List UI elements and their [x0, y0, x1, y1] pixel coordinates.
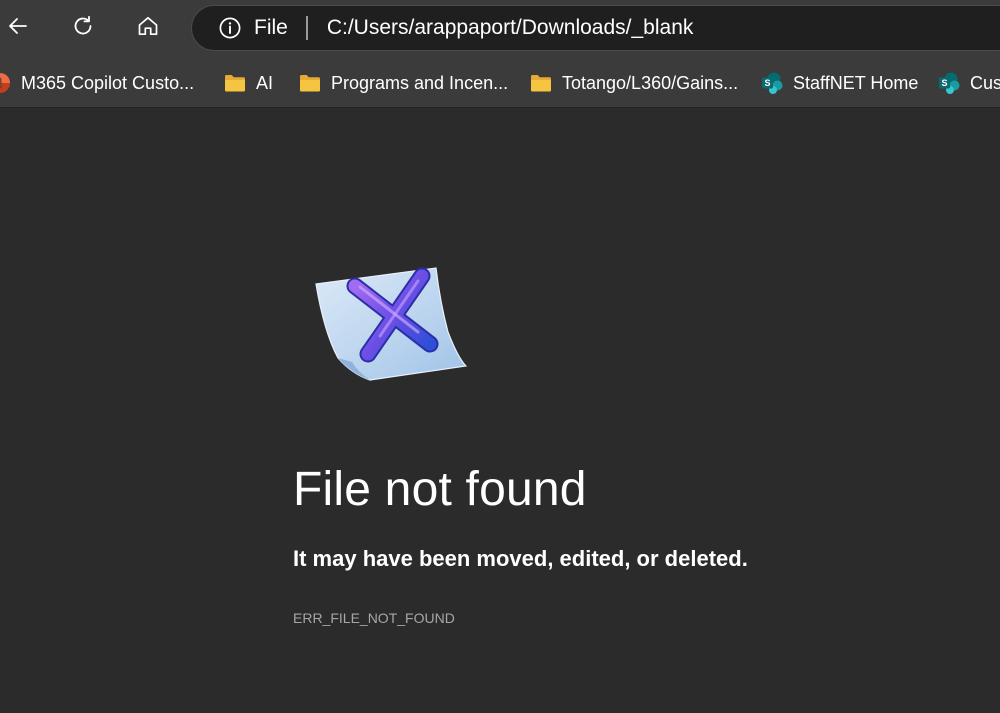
bookmarks-bar: M365 Copilot Custo... AI Programs and In…: [0, 58, 1000, 108]
bookmark-cus[interactable]: S Cus: [937, 69, 1000, 97]
sharepoint-icon: S: [937, 71, 961, 95]
bookmark-label: AI: [256, 72, 274, 93]
bookmark-label: Programs and Incen...: [331, 72, 509, 93]
address-bar[interactable]: File C:/Users/arappaport/Downloads/_blan…: [191, 5, 1000, 51]
folder-icon: [298, 71, 322, 95]
bookmark-m365-copilot[interactable]: M365 Copilot Custo...: [0, 69, 194, 97]
home-icon: [136, 14, 160, 43]
sharepoint-icon: S: [760, 71, 784, 95]
bookmark-label: Cus: [970, 72, 1000, 93]
bookmark-folder-programs[interactable]: Programs and Incen...: [298, 69, 508, 97]
svg-text:S: S: [941, 78, 947, 88]
error-title: File not found: [293, 463, 587, 516]
file-error-icon: [308, 262, 473, 387]
error-code: ERR_FILE_NOT_FOUND: [293, 610, 455, 626]
bookmark-folder-ai[interactable]: AI: [223, 69, 273, 97]
url-text[interactable]: C:/Users/arappaport/Downloads/_blank: [327, 16, 694, 40]
bookmark-folder-totango[interactable]: Totango/L360/Gains...: [529, 69, 738, 97]
bookmark-label: StaffNET Home: [793, 72, 919, 93]
bookmark-staffnet-home[interactable]: S StaffNET Home: [760, 69, 918, 97]
reload-button[interactable]: [63, 8, 103, 48]
bookmark-label: Totango/L360/Gains...: [562, 72, 739, 93]
site-info-label[interactable]: File: [254, 16, 288, 40]
reload-icon: [71, 14, 95, 43]
home-button[interactable]: [128, 8, 168, 48]
folder-icon: [223, 71, 247, 95]
info-icon[interactable]: [218, 16, 242, 40]
browser-toolbar: File C:/Users/arappaport/Downloads/_blan…: [0, 0, 1000, 58]
back-button[interactable]: [0, 8, 38, 48]
svg-text:S: S: [764, 78, 770, 88]
folder-icon: [529, 71, 553, 95]
error-subtitle: It may have been moved, edited, or delet…: [293, 546, 748, 571]
powerpoint-icon: [0, 71, 12, 95]
back-arrow-icon: [6, 14, 30, 43]
address-divider: [305, 16, 308, 40]
bookmark-label: M365 Copilot Custo...: [21, 72, 195, 93]
